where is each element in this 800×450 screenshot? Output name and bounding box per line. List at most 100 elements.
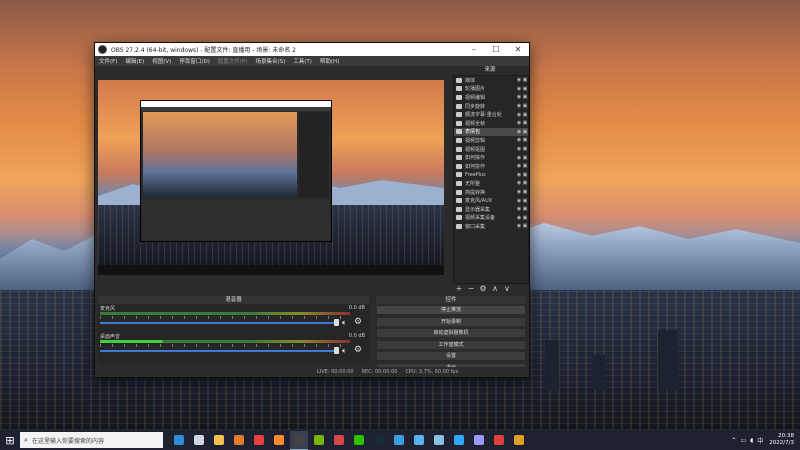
speaker-icon[interactable]: 🔈︎: [342, 346, 347, 356]
obs-icon[interactable]: [290, 430, 308, 450]
source-item[interactable]: 如何操作 ◉ ▣: [454, 153, 528, 162]
source-item[interactable]: 视频采集设备 ◉ ▣: [454, 214, 528, 223]
taskbar-search-box[interactable]: ⌕ 在这里输入你要搜索的内容: [20, 432, 163, 448]
source-item[interactable]: 轮播图片 ◉ ▣: [454, 85, 528, 94]
lock-icon[interactable]: ▣: [522, 215, 528, 221]
remove-source-button[interactable]: −: [465, 284, 477, 293]
lock-icon[interactable]: ▣: [522, 163, 528, 169]
menu-item[interactable]: 视图(V): [148, 57, 175, 65]
source-label: 视频抠图: [465, 146, 486, 153]
source-item[interactable]: 视频全帧 ◉ ▣: [454, 119, 528, 128]
chat-icon[interactable]: [390, 431, 408, 449]
control-button[interactable]: 停止推流: [376, 305, 526, 315]
lock-icon[interactable]: ▣: [522, 129, 528, 135]
menu-bar: 文件(F) 编辑(E) 视图(V) 停靠窗口(D) 配置文件(P) 场景集合(S) 工具(T…: [95, 56, 529, 66]
source-item[interactable]: 表情包 ◉ ▣: [454, 127, 528, 137]
menu-item[interactable]: 停靠窗口(D): [175, 57, 214, 65]
red-app-icon[interactable]: [490, 431, 508, 449]
source-item[interactable]: 顺流字幕-重合处 ◉ ▣: [454, 110, 528, 119]
cloud-icon[interactable]: [190, 431, 208, 449]
lock-icon[interactable]: ▣: [522, 120, 528, 126]
network-icon[interactable]: ▭: [740, 437, 746, 444]
sources-list[interactable]: 媒体 ◉ ▣ 轮播图片 ◉ ▣ 视频编辑 ◉ ▣ 同步旋转 ◉ ▣ 顺流字幕-重合处 ◉ ▣ 视频全帧 ◉ ▣ 表情…: [453, 75, 529, 284]
volume-slider-handle[interactable]: [334, 319, 339, 326]
source-item[interactable]: 媒体 ◉ ▣: [454, 76, 528, 85]
move-down-button[interactable]: ∨: [501, 284, 513, 293]
source-properties-button[interactable]: ⚙: [477, 284, 489, 293]
source-item[interactable]: 无所整 ◉ ▣: [454, 179, 528, 188]
source-item[interactable]: 窗口采集 ◉ ▣: [454, 222, 528, 231]
volume-slider[interactable]: [100, 350, 338, 352]
tray-up-arrow-icon[interactable]: ⌃: [731, 437, 736, 444]
ae-icon[interactable]: [470, 431, 488, 449]
wechat-icon[interactable]: [350, 431, 368, 449]
menu-item[interactable]: 配置文件(P): [214, 57, 252, 65]
source-item[interactable]: 简提转换 ◉ ▣: [454, 188, 528, 197]
control-button[interactable]: 设置: [376, 351, 526, 361]
source-item[interactable]: 如何协作 ◉ ▣: [454, 162, 528, 171]
paint-icon[interactable]: [330, 431, 348, 449]
menu-item[interactable]: 场景集合(S): [251, 57, 289, 65]
edge-icon[interactable]: [170, 431, 188, 449]
mixer-channel: 麦克风 0.0 dB 🔈︎ ⚙: [98, 304, 369, 332]
menu-item[interactable]: 编辑(E): [121, 57, 148, 65]
lock-icon[interactable]: ▣: [522, 137, 528, 143]
source-item[interactable]: FreePlus ◉ ▣: [454, 171, 528, 180]
menu-item[interactable]: 工具(T): [289, 57, 316, 65]
lock-icon[interactable]: ▣: [522, 223, 528, 229]
lock-icon[interactable]: ▣: [522, 112, 528, 118]
lock-icon[interactable]: ▣: [522, 77, 528, 83]
menu-item[interactable]: 文件(F): [95, 57, 121, 65]
minimize-button[interactable]: –: [463, 43, 485, 56]
lock-icon[interactable]: ▣: [522, 189, 528, 195]
lock-icon[interactable]: ▣: [522, 103, 528, 109]
lock-icon[interactable]: ▣: [522, 146, 528, 152]
source-label: 窗口采集: [465, 223, 486, 230]
maximize-button[interactable]: ☐: [485, 43, 507, 56]
lock-icon[interactable]: ▣: [522, 180, 528, 186]
source-item[interactable]: 视频编辑 ◉ ▣: [454, 93, 528, 102]
store-icon[interactable]: [230, 431, 248, 449]
chrome-icon[interactable]: [250, 431, 268, 449]
program-preview[interactable]: [98, 80, 444, 275]
source-item[interactable]: 显示器采集 ◉ ▣: [454, 205, 528, 214]
lock-icon[interactable]: ▣: [522, 206, 528, 212]
lock-icon[interactable]: ▣: [522, 198, 528, 204]
firefox-icon[interactable]: [270, 431, 288, 449]
source-item[interactable]: 同步旋转 ◉ ▣: [454, 102, 528, 111]
yellow-app-icon[interactable]: [510, 431, 528, 449]
add-source-button[interactable]: +: [453, 284, 465, 293]
nvidia-icon[interactable]: [310, 431, 328, 449]
lock-icon[interactable]: ▣: [522, 94, 528, 100]
volume-icon[interactable]: ◖: [750, 437, 753, 444]
volume-slider[interactable]: [100, 322, 338, 324]
speaker-icon[interactable]: 🔈︎: [342, 318, 347, 328]
obs-window[interactable]: OBS 27.2.4 (64-bit, windows) - 配置文件: 直播用…: [94, 42, 530, 378]
volume-slider-handle[interactable]: [334, 347, 339, 354]
control-button[interactable]: 开始录制: [376, 316, 526, 327]
lock-icon[interactable]: ▣: [522, 172, 528, 178]
clock-icon[interactable]: [430, 431, 448, 449]
move-up-button[interactable]: ∧: [489, 284, 501, 293]
menu-item[interactable]: 帮助(H): [316, 57, 343, 65]
gear-icon[interactable]: ⚙: [354, 317, 362, 327]
control-button[interactable]: 启动虚拟摄像机: [376, 328, 526, 338]
gauge-icon[interactable]: [410, 431, 428, 449]
file-explorer-icon[interactable]: [210, 431, 228, 449]
title-bar[interactable]: OBS 27.2.4 (64-bit, windows) - 配置文件: 直播用…: [95, 43, 529, 56]
ime-icon[interactable]: 中: [757, 436, 763, 445]
control-button[interactable]: 工作室模式: [376, 339, 526, 350]
lock-icon[interactable]: ▣: [522, 155, 528, 161]
close-button[interactable]: ✕: [507, 43, 529, 56]
lock-icon[interactable]: ▣: [522, 86, 528, 92]
steam-icon[interactable]: [370, 431, 388, 449]
gear-icon[interactable]: ⚙: [354, 345, 362, 355]
ps-icon[interactable]: [450, 431, 468, 449]
taskbar-clock[interactable]: 20:38 2022/7/3: [765, 433, 800, 447]
windows-start-icon[interactable]: ⊞: [0, 430, 20, 450]
controls-panel: 停止推流开始录制启动虚拟摄像机工作室模式设置退出: [376, 305, 526, 374]
source-item[interactable]: 麦克风/AUX ◉ ▣: [454, 196, 528, 205]
obs-logo-icon: [98, 45, 107, 54]
source-item[interactable]: 视频抠图 ◉ ▣: [454, 145, 528, 154]
source-item[interactable]: 视频剪辑 ◉ ▣: [454, 136, 528, 145]
